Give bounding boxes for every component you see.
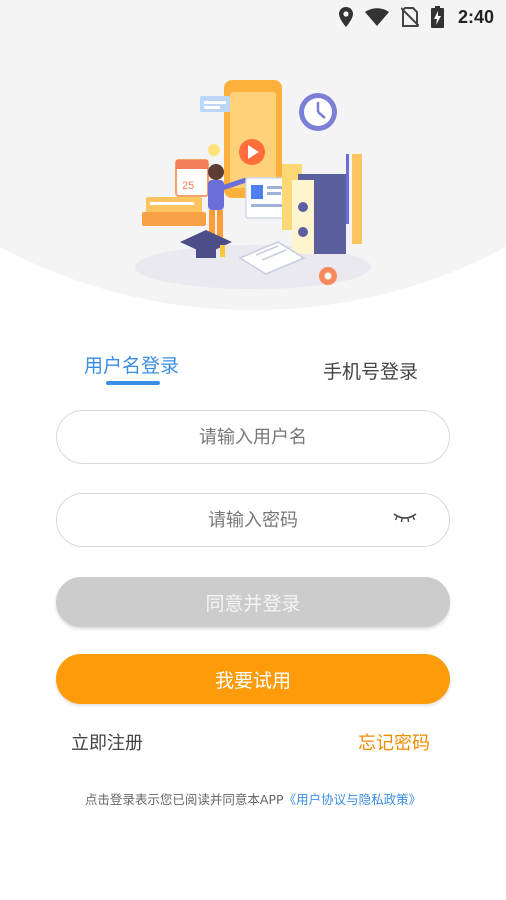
agreement-text: 点击登录表示您已阅读并同意本APP (84, 792, 284, 807)
battery-icon (430, 6, 444, 28)
no-sim-icon (400, 7, 419, 27)
status-time: 2:40 (457, 6, 494, 27)
tab-username-login[interactable]: 用户名登录 (84, 351, 179, 378)
username-input[interactable] (57, 411, 449, 463)
svg-text:25: 25 (182, 180, 194, 192)
username-field-wrapper (56, 410, 450, 464)
active-tab-indicator (106, 381, 160, 385)
forgot-password-link[interactable]: 忘记密码 (358, 729, 430, 755)
password-field-wrapper (56, 493, 450, 547)
wifi-icon (364, 8, 389, 26)
agree-and-login-button[interactable]: 同意并登录 (56, 577, 450, 627)
study-illustration: 25 (135, 80, 371, 289)
eye-closed-icon[interactable] (393, 512, 417, 524)
status-bar: 2:40 (0, 0, 506, 34)
location-icon (338, 7, 353, 27)
try-it-button[interactable]: 我要试用 (56, 654, 450, 704)
register-link[interactable]: 立即注册 (71, 729, 143, 755)
hero-banner: 25 (0, 0, 506, 310)
tab-phone-login[interactable]: 手机号登录 (323, 357, 418, 384)
password-input[interactable] (57, 494, 449, 546)
login-tabs: 用户名登录 手机号登录 (0, 346, 506, 390)
privacy-policy-link[interactable]: 《用户协议与隐私政策》 (284, 792, 422, 807)
agreement-notice: 点击登录表示您已阅读并同意本APP《用户协议与隐私政策》 (0, 789, 506, 808)
